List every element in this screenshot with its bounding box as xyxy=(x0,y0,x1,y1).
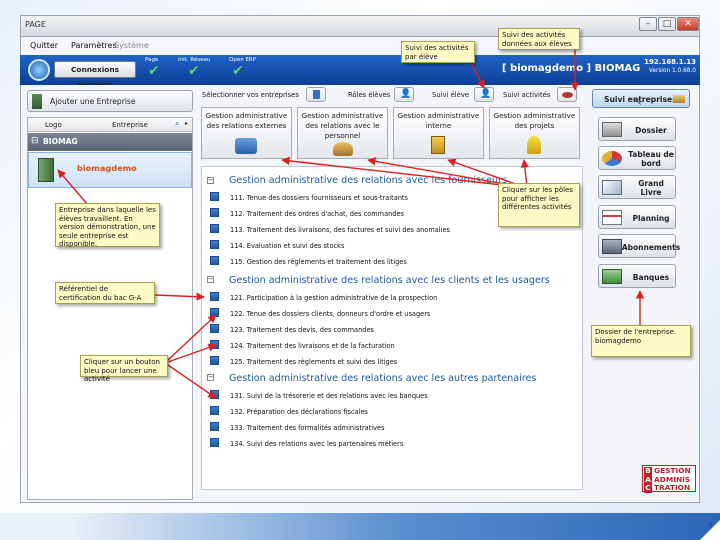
arrow-to-activity-131 xyxy=(167,364,217,399)
arrow-to-referentiel xyxy=(154,292,205,301)
note-suivi-eleve: Suivi des activités par élève xyxy=(401,41,475,63)
note-suivi-activites: Suivi des activités données aux élèves xyxy=(498,28,580,50)
back-chevron-icon[interactable]: ‹ xyxy=(708,518,713,532)
note-referentiel: Référentiel de certification du bac G-A xyxy=(55,282,155,304)
footer-band xyxy=(0,513,720,540)
arrow-to-suivi-eleve xyxy=(469,59,485,89)
note-entreprise: Entreprise dans laquelle les élèves trav… xyxy=(55,203,160,248)
note-dossier: Dossier de l'entreprise biomagdemo xyxy=(591,325,691,357)
arrow-to-company xyxy=(57,169,89,206)
note-poles: Cliquer sur les pôles pour afficher les … xyxy=(498,183,580,227)
annotation-arrows xyxy=(57,48,645,399)
note-bouton-bleu: Cliquer sur un bouton bleu pour lancer u… xyxy=(80,355,168,383)
